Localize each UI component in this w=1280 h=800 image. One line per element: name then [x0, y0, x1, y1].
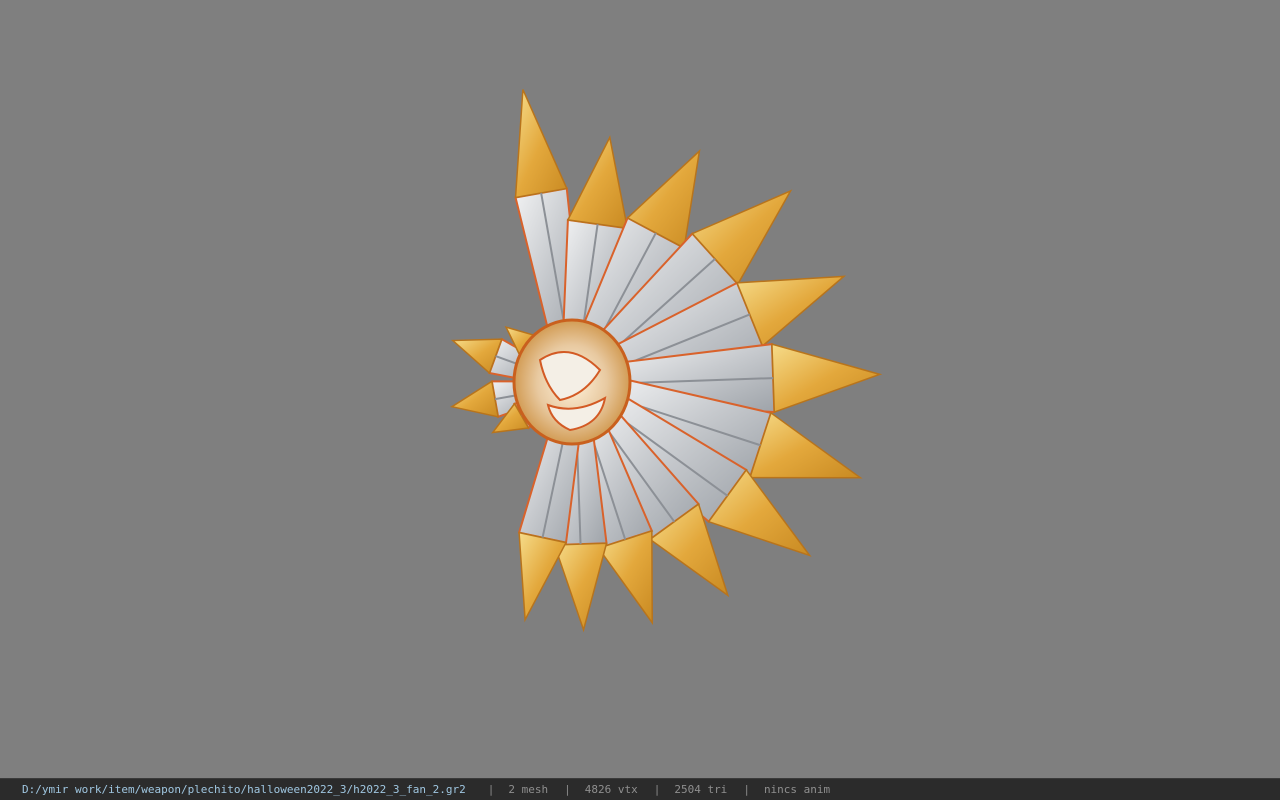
vertex-count: 4826 vtx: [584, 783, 638, 796]
status-bar: D:/ymir work/item/weapon/plechito/hallow…: [0, 778, 1280, 800]
status-separator: |: [564, 783, 571, 796]
mesh-count: 2 mesh: [508, 783, 549, 796]
status-separator: |: [487, 783, 495, 796]
status-separator: |: [653, 783, 661, 796]
3d-viewport[interactable]: [0, 0, 1280, 778]
fan-spike-tip: [771, 343, 883, 414]
spiked-fan-model-icon: [449, 89, 883, 633]
fan-spike-tip: [518, 531, 568, 623]
fan-spike-tip: [566, 135, 629, 230]
file-path: D:/ymir work/item/weapon/plechito/hallow…: [22, 783, 466, 796]
triangle-count: 2504 tri: [674, 783, 728, 796]
fan-spike-tip: [553, 542, 608, 633]
status-separator: |: [743, 783, 750, 796]
fan-spike-tip: [514, 89, 568, 199]
fan-spike-tip: [449, 380, 500, 418]
animation-status: nincs anim: [763, 783, 831, 796]
